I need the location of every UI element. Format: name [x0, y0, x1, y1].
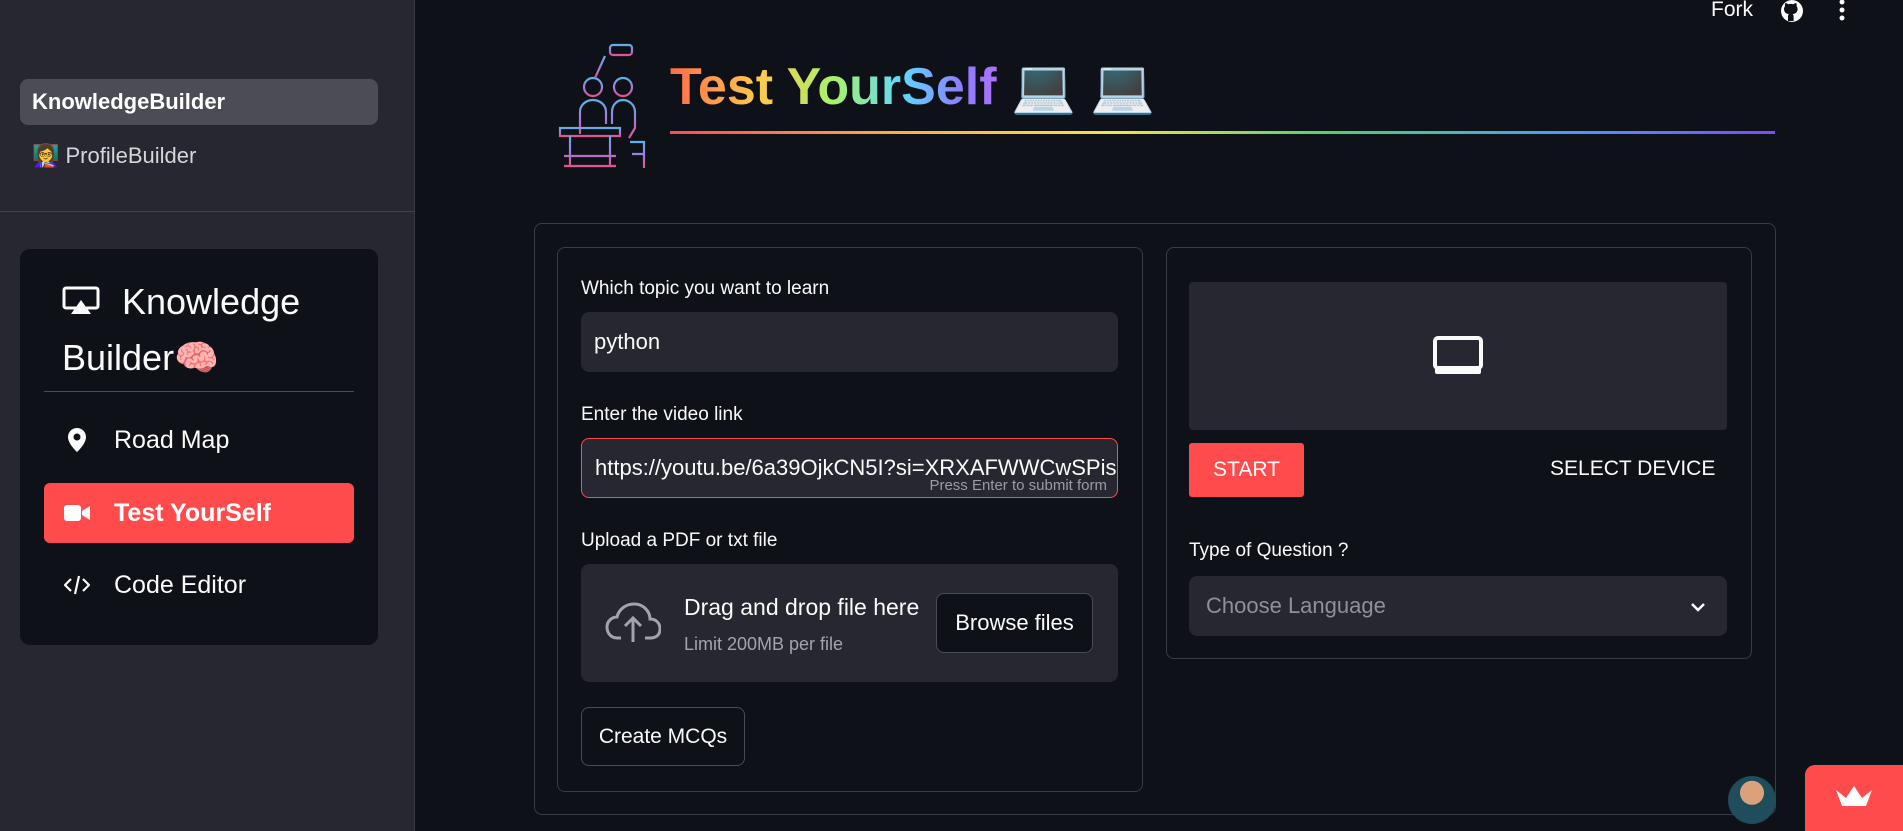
menu-divider: [44, 391, 354, 392]
start-button[interactable]: START: [1189, 443, 1304, 497]
sidebar: KnowledgeBuilder 👩‍🏫 ProfileBuilder Know…: [0, 0, 415, 831]
video-link-input[interactable]: https://youtu.be/6a39OjkCN5I?si=XRXAFWWC…: [581, 438, 1118, 498]
submit-hint: Press Enter to submit form: [929, 477, 1107, 494]
sidebar-divider: [0, 211, 415, 212]
sidebar-nav-label: KnowledgeBuilder: [32, 89, 226, 114]
file-uploader-dropzone[interactable]: Drag and drop file here Limit 200MB per …: [581, 564, 1118, 682]
fork-link[interactable]: Fork: [1711, 0, 1753, 22]
topic-label: Which topic you want to learn: [581, 278, 830, 299]
sidebar-nav-label: 👩‍🏫 ProfileBuilder: [32, 143, 197, 168]
video-link-label: Enter the video link: [581, 404, 743, 425]
map-pin-icon: [64, 427, 90, 453]
video-camera-icon: [64, 504, 90, 522]
browse-files-button[interactable]: Browse files: [936, 593, 1093, 653]
topic-input[interactable]: python: [581, 312, 1118, 372]
sidebar-nav-profilebuilder[interactable]: 👩‍🏫 ProfileBuilder: [20, 133, 378, 179]
cloud-upload-icon: [605, 602, 662, 649]
streamlit-badge[interactable]: [1805, 765, 1903, 831]
file-limit-text: Limit 200MB per file: [684, 634, 844, 654]
avatar[interactable]: [1728, 776, 1776, 824]
menu-title: Knowledge Builder🧠: [62, 275, 352, 385]
title-rainbow-divider: [670, 131, 1775, 134]
crown-icon: [1834, 784, 1874, 813]
github-icon[interactable]: [1779, 0, 1805, 28]
menu-item-test-yourself[interactable]: Test YourSelf: [44, 483, 354, 543]
kebab-menu-icon[interactable]: [1838, 0, 1846, 26]
monitor-icon: [1433, 336, 1483, 381]
menu-item-label: Test YourSelf: [114, 498, 271, 527]
cast-icon: [62, 277, 100, 331]
question-type-select[interactable]: Choose Language: [1189, 576, 1727, 636]
page-title: Test YourSelf 💻 💻: [670, 52, 1155, 122]
topic-input-value: python: [594, 329, 661, 354]
question-type-label: Type of Question ?: [1189, 540, 1349, 561]
sidebar-nav-knowledgebuilder[interactable]: KnowledgeBuilder: [20, 79, 378, 125]
question-type-placeholder: Choose Language: [1206, 593, 1386, 618]
select-device-button[interactable]: SELECT DEVICE: [1550, 457, 1715, 481]
upload-label: Upload a PDF or txt file: [581, 530, 778, 551]
menu-item-road-map[interactable]: Road Map: [44, 410, 354, 470]
menu-item-code-editor[interactable]: Code Editor: [44, 555, 354, 615]
code-icon: [64, 574, 90, 596]
webcam-preview: [1189, 282, 1727, 430]
create-mcqs-button[interactable]: Create MCQs: [581, 707, 745, 766]
page-title-text: Test YourSelf: [670, 58, 997, 116]
drag-drop-text: Drag and drop file here: [684, 594, 920, 620]
teacher-student-illustration: [550, 42, 650, 173]
chevron-down-icon: [1689, 596, 1707, 622]
menu-item-label: Road Map: [114, 425, 230, 454]
option-menu: Knowledge Builder🧠 Road Map Test YourSel…: [20, 249, 378, 645]
menu-item-label: Code Editor: [114, 570, 247, 599]
laptop-emoji: 💻 💻: [1010, 58, 1155, 116]
